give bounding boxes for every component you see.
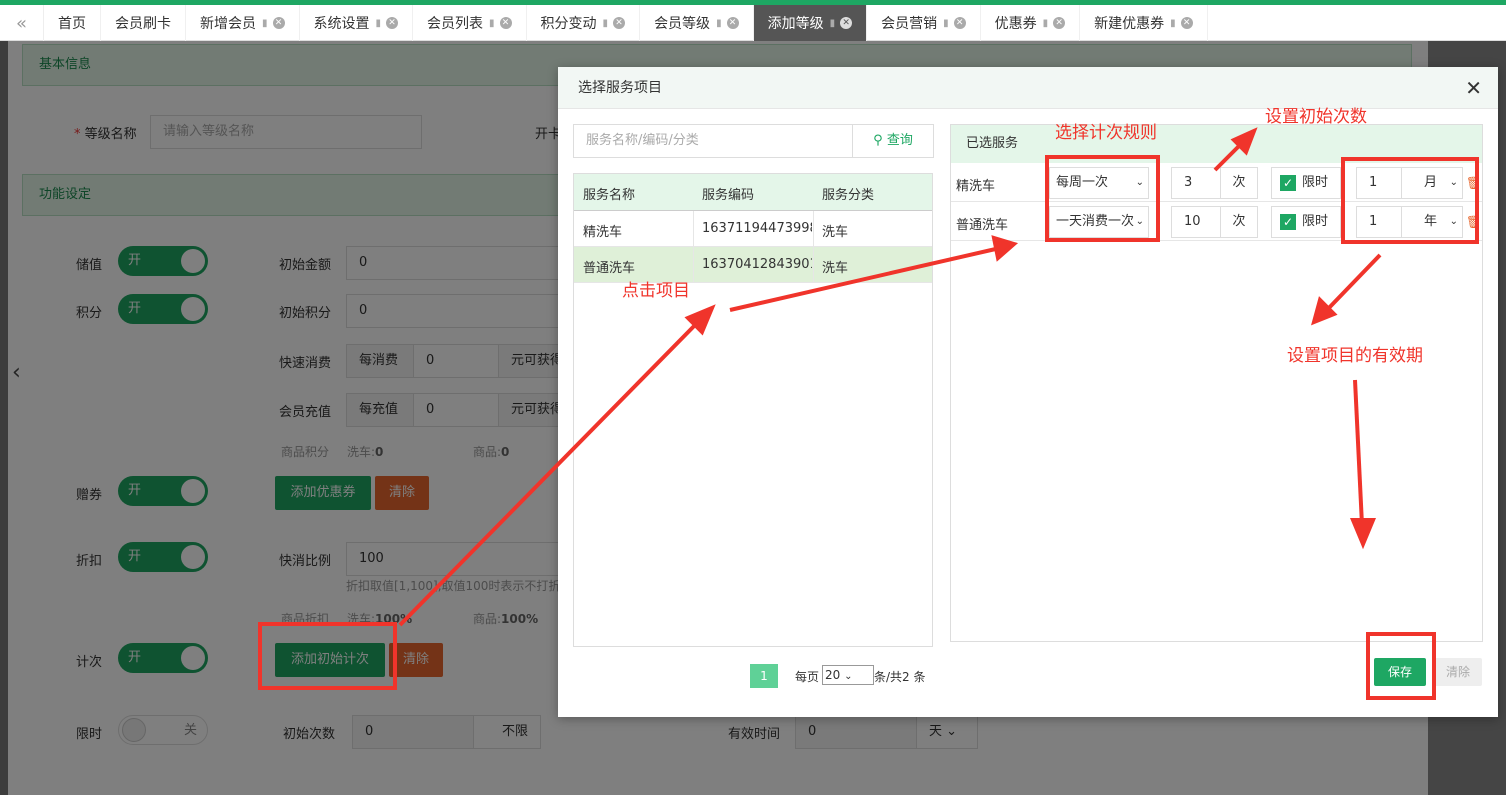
initial-count-input[interactable]: 10 xyxy=(1171,206,1221,238)
chevron-down-icon: ⌄ xyxy=(844,671,853,682)
collapse-tabs-icon[interactable]: « xyxy=(0,5,44,41)
column-header: 服务编码 xyxy=(702,188,755,203)
service-code: 163711944739983 xyxy=(702,221,812,236)
close-icon[interactable]: ✕ xyxy=(1180,17,1193,29)
service-search-input[interactable]: 服务名称/编码/分类 xyxy=(573,124,853,158)
pin-icon[interactable]: ▮ xyxy=(943,18,949,29)
modal-title: 选择服务项目 xyxy=(578,80,662,96)
pin-icon[interactable]: ▮ xyxy=(262,18,268,29)
tab-label: 积分变动 xyxy=(540,16,597,32)
tab-add-member[interactable]: 新增会员 ▮ ✕ xyxy=(186,5,300,41)
tab-bar: « 首页 会员刷卡 新增会员 ▮ ✕ 系统设置 ▮ ✕ 会员列表 ▮ ✕ 积分变动 ▮ ✕ 会员… xyxy=(0,5,1506,41)
pin-icon[interactable]: ▮ xyxy=(376,18,382,29)
tab-member-marketing[interactable]: 会员营销 ▮ ✕ xyxy=(867,5,981,41)
service-category: 洗车 xyxy=(822,225,849,240)
close-icon[interactable]: ✕ xyxy=(499,17,512,29)
close-icon[interactable]: ✕ xyxy=(613,17,626,29)
tab-label: 会员营销 xyxy=(881,16,938,32)
check-icon: ✓ xyxy=(1280,214,1296,230)
service-table: 服务名称 服务编码 服务分类 精洗车 163711944739983 洗车 普通… xyxy=(573,173,933,647)
limit-checkbox-label: 限时 xyxy=(1302,175,1329,190)
annotation-set-validity: 设置项目的有效期 xyxy=(1287,346,1423,366)
close-icon[interactable]: ✕ xyxy=(840,17,853,29)
service-name: 精洗车 xyxy=(583,225,623,240)
limit-checkbox-label: 限时 xyxy=(1302,214,1329,229)
count-unit: 次 xyxy=(1220,206,1258,238)
tab-home[interactable]: 首页 xyxy=(44,5,101,41)
close-icon[interactable]: ✕ xyxy=(726,17,739,29)
highlight-add-count-button xyxy=(258,622,397,690)
query-label: 查询 xyxy=(886,133,913,148)
pin-icon[interactable]: ▮ xyxy=(603,18,609,29)
service-name: 普通洗车 xyxy=(583,261,636,276)
tab-new-coupon[interactable]: 新建优惠券 ▮ ✕ xyxy=(1080,5,1208,41)
table-row[interactable]: 精洗车 163711944739983 洗车 xyxy=(574,211,932,247)
highlight-count-rule xyxy=(1045,155,1160,242)
close-icon[interactable]: ✕ xyxy=(386,17,399,29)
tab-member-card[interactable]: 会员刷卡 xyxy=(101,5,186,41)
highlight-validity-period xyxy=(1341,157,1479,244)
close-icon[interactable]: ✕ xyxy=(953,17,966,29)
close-icon[interactable]: ✕ xyxy=(1053,17,1066,29)
tab-label: 新建优惠券 xyxy=(1094,16,1165,32)
close-icon[interactable]: ✕ xyxy=(1465,67,1482,109)
close-icon[interactable]: ✕ xyxy=(272,17,285,29)
column-header: 服务分类 xyxy=(822,188,875,203)
chevron-left-icon[interactable]: ‹ xyxy=(12,360,21,385)
tab-add-level[interactable]: 添加等级 ▮ ✕ xyxy=(753,5,868,41)
selected-service-name: 精洗车 xyxy=(956,179,996,194)
annotation-set-initial-count: 设置初始次数 xyxy=(1265,107,1367,127)
pin-icon[interactable]: ▮ xyxy=(489,18,495,29)
pin-icon[interactable]: ▮ xyxy=(1170,18,1176,29)
service-code: 163704128439010 xyxy=(702,257,812,272)
per-page-label: 每页 xyxy=(795,670,820,684)
tab-label: 系统设置 xyxy=(313,16,370,32)
table-header: 服务名称 服务编码 服务分类 xyxy=(574,174,932,211)
search-icon: ⚲ xyxy=(873,133,883,148)
tab-points-change[interactable]: 积分变动 ▮ ✕ xyxy=(527,5,641,41)
total-count: 条/共2 条 xyxy=(874,670,926,684)
clear-button[interactable]: 清除 xyxy=(1434,658,1482,686)
initial-count-input[interactable]: 3 xyxy=(1171,167,1221,199)
annotation-choose-rule: 选择计次规则 xyxy=(1055,123,1157,143)
annotation-click-item: 点击项目 xyxy=(622,281,690,301)
tab-label: 会员列表 xyxy=(427,16,484,32)
service-category: 洗车 xyxy=(822,261,849,276)
tab-label: 优惠券 xyxy=(994,16,1037,32)
per-page-value: 20 xyxy=(825,668,841,682)
page-number[interactable]: 1 xyxy=(750,664,778,688)
pin-icon[interactable]: ▮ xyxy=(716,18,722,29)
tab-coupons[interactable]: 优惠券 ▮ ✕ xyxy=(981,5,1081,41)
pin-icon[interactable]: ▮ xyxy=(1043,18,1049,29)
limit-checkbox[interactable]: ✓ 限时 xyxy=(1271,206,1341,238)
tab-label: 会员刷卡 xyxy=(115,16,171,32)
tab-label: 添加等级 xyxy=(767,16,824,32)
per-page-select[interactable]: 20 ⌄ xyxy=(822,665,874,685)
highlight-save-button xyxy=(1366,632,1436,700)
limit-checkbox[interactable]: ✓ 限时 xyxy=(1271,167,1341,199)
pagination: 1 每页 20 ⌄ 条/共2 条 xyxy=(750,664,930,688)
tab-system-settings[interactable]: 系统设置 ▮ ✕ xyxy=(300,5,414,41)
query-button[interactable]: ⚲ 查询 xyxy=(852,124,934,158)
tab-member-level[interactable]: 会员等级 ▮ ✕ xyxy=(640,5,754,41)
pin-icon[interactable]: ▮ xyxy=(830,18,836,29)
tab-label: 新增会员 xyxy=(200,16,256,32)
column-header: 服务名称 xyxy=(583,188,636,203)
count-unit: 次 xyxy=(1220,167,1258,199)
tab-label: 首页 xyxy=(58,16,86,32)
tab-label: 会员等级 xyxy=(654,16,711,32)
check-icon: ✓ xyxy=(1280,175,1296,191)
selected-service-name: 普通洗车 xyxy=(956,218,1009,233)
tab-member-list[interactable]: 会员列表 ▮ ✕ xyxy=(413,5,527,41)
